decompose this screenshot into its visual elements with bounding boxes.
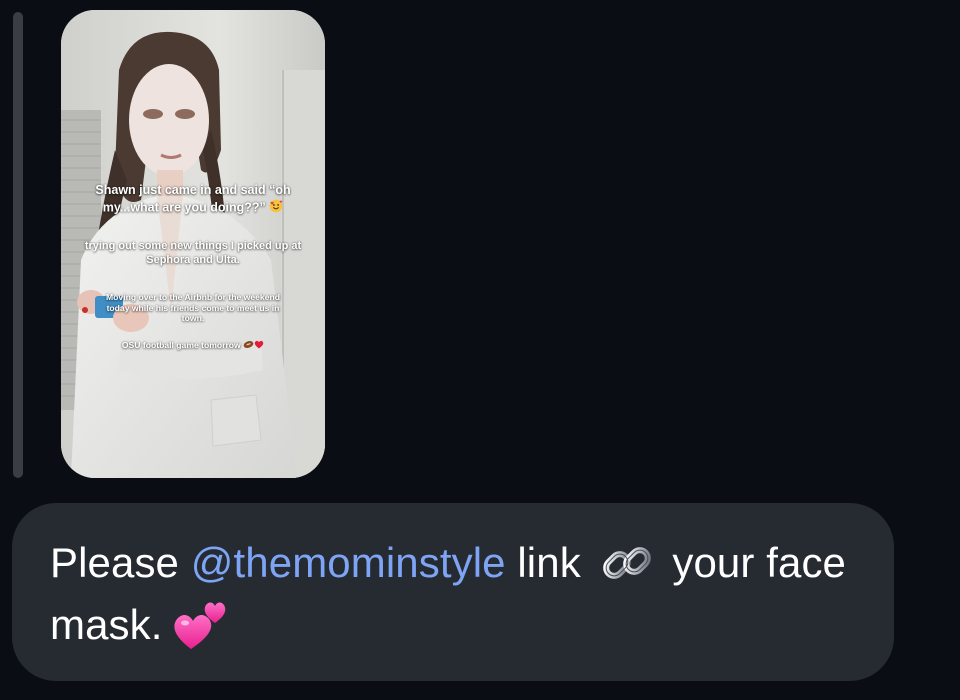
story-reply-preview[interactable]: Shawn just came in and said “oh my...wha… xyxy=(61,10,325,478)
two-hearts-icon xyxy=(173,593,229,651)
smiling-face-with-hearts-icon xyxy=(269,199,283,218)
chat-screen: Shawn just came in and said “oh my...wha… xyxy=(0,0,960,700)
red-heart-icon xyxy=(254,340,264,352)
message-text-part: Please xyxy=(50,539,191,586)
mention-link[interactable]: @themominstyle xyxy=(191,539,506,586)
story-caption-3: Moving over to the Airbnb for the weeken… xyxy=(106,292,280,324)
story-caption-1: Shawn just came in and said “oh my...wha… xyxy=(61,183,325,217)
story-caption-1-text: Shawn just came in and said “oh my...wha… xyxy=(95,183,291,215)
story-caption-2: trying out some new things I picked up a… xyxy=(84,240,302,266)
link-icon xyxy=(597,541,657,585)
story-caption-4-text: OSU football game tomorrow xyxy=(121,340,241,351)
reply-thread-line xyxy=(13,12,23,478)
message-bubble[interactable]: Please @themominstyle link your face mas… xyxy=(12,503,894,681)
football-icon xyxy=(243,340,254,352)
message-text: Please @themominstyle link your face mas… xyxy=(50,533,870,655)
story-caption-4: OSU football game tomorrow xyxy=(61,340,325,352)
message-text-part: link xyxy=(505,539,593,586)
